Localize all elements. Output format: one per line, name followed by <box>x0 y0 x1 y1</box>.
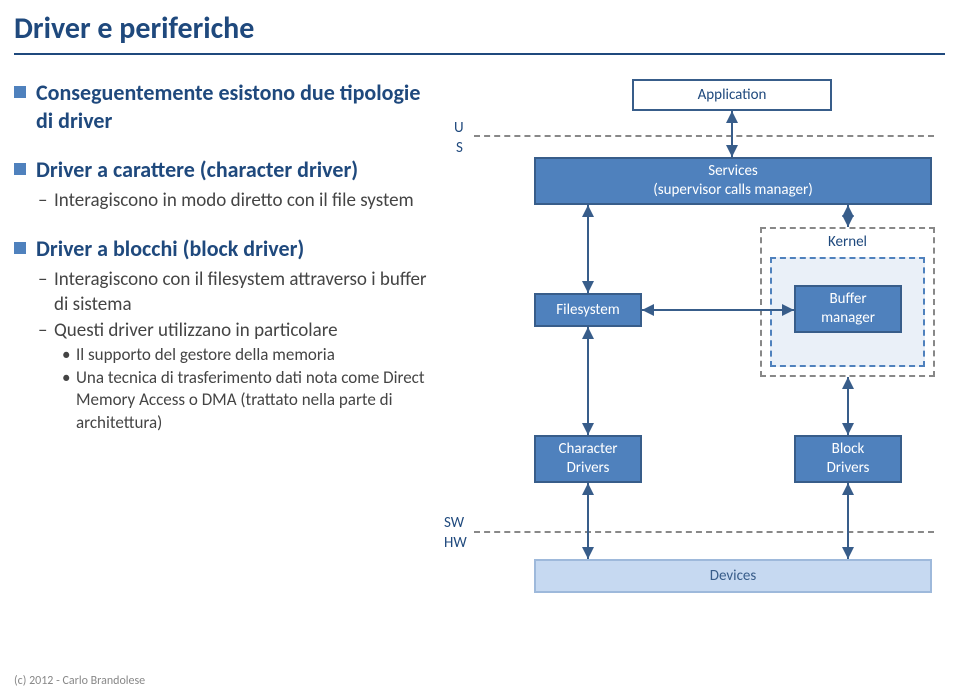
bullet-3-sub1: Interagiscono con il filesystem attraver… <box>38 267 434 318</box>
bullet-1-text: Conseguentemente esistono due tipologie … <box>36 79 434 134</box>
bullet-icon <box>14 242 26 254</box>
bullet-2-sub1: Interagiscono in modo diretto con il fil… <box>38 188 434 214</box>
bullet-3-sub2: Questi driver utilizzano in particolare <box>38 318 434 344</box>
connectors <box>452 79 952 639</box>
bullet-3-subsub2: Una tecnica di trasferimento dati nota c… <box>62 367 434 436</box>
bullet-3: Driver a blocchi (block driver) Interagi… <box>14 235 434 435</box>
left-column: Conseguentemente esistono due tipologie … <box>14 79 434 639</box>
bullet-icon <box>14 86 26 98</box>
footer-copyright: (c) 2012 - Carlo Brandolese <box>14 674 145 688</box>
bullet-1: Conseguentemente esistono due tipologie … <box>14 79 434 134</box>
diagram-area: U S SW HW Application Services (supervis… <box>452 79 945 639</box>
page-title: Driver e periferiche <box>0 0 959 47</box>
bullet-3-subsub1: Il supporto del gestore della memoria <box>62 344 434 367</box>
bullet-2: Driver a carattere (character driver) In… <box>14 156 434 213</box>
content-area: Conseguentemente esistono due tipologie … <box>0 55 959 639</box>
bullet-3-text: Driver a blocchi (block driver) <box>36 235 304 263</box>
bullet-icon <box>14 163 26 175</box>
bullet-2-text: Driver a carattere (character driver) <box>36 156 358 184</box>
